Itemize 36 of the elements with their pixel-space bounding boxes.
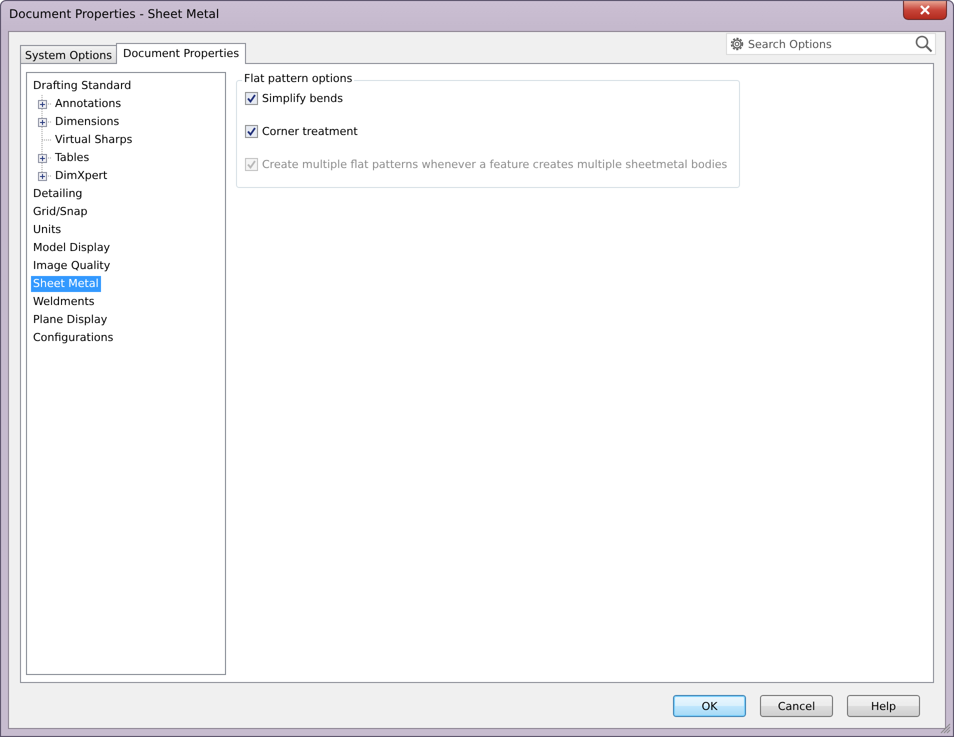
tree-item[interactable]: Model Display (31, 240, 112, 256)
checkbox-label: Simplify bends (262, 92, 343, 104)
search-icon (915, 35, 933, 53)
tree-item[interactable]: Configurations (31, 330, 116, 346)
group-title: Flat pattern options (242, 72, 354, 86)
tree-item[interactable]: Plane Display (31, 312, 110, 328)
checkbox-label: Corner treatment (262, 124, 358, 138)
tree-item[interactable]: Virtual Sharps (53, 132, 134, 148)
tree-item[interactable]: Image Quality (31, 258, 112, 274)
expand-icon[interactable] (38, 154, 47, 162)
window-title: Document Properties - Sheet Metal (8, 6, 220, 21)
tree-item[interactable]: Drafting Standard (31, 78, 134, 94)
checkbox-label: Create multiple flat patterns whenever a feature creates multiple sheetmetal bodies (262, 158, 728, 170)
tree-item[interactable]: Detailing (31, 186, 84, 202)
expand-icon[interactable] (38, 118, 47, 126)
dialog-button[interactable]: Help (847, 695, 920, 717)
dialog-button[interactable]: OK (673, 695, 746, 717)
tree-item[interactable]: Units (31, 222, 64, 238)
expand-icon[interactable] (38, 172, 47, 180)
dialog-button[interactable]: Cancel (760, 695, 833, 717)
tab[interactable]: System Options (20, 45, 117, 63)
expand-icon[interactable] (38, 100, 47, 108)
checkbox[interactable] (245, 124, 258, 138)
tree-item[interactable]: Weldments (31, 294, 97, 310)
checkbox[interactable] (245, 92, 258, 104)
tab[interactable]: Document Properties (116, 43, 246, 64)
close-icon (919, 5, 931, 15)
tree-item[interactable]: Tables (53, 150, 92, 166)
resize-grip-icon[interactable] (939, 722, 951, 734)
tree-item[interactable]: Grid/Snap (31, 204, 90, 220)
close-button[interactable] (903, 1, 947, 20)
search-field[interactable]: Search Options (726, 33, 936, 55)
tree-item[interactable]: Annotations (53, 96, 124, 112)
tree-item[interactable]: DimXpert (53, 168, 110, 184)
settings-icon (729, 36, 745, 52)
tree-item[interactable]: Dimensions (53, 114, 122, 130)
